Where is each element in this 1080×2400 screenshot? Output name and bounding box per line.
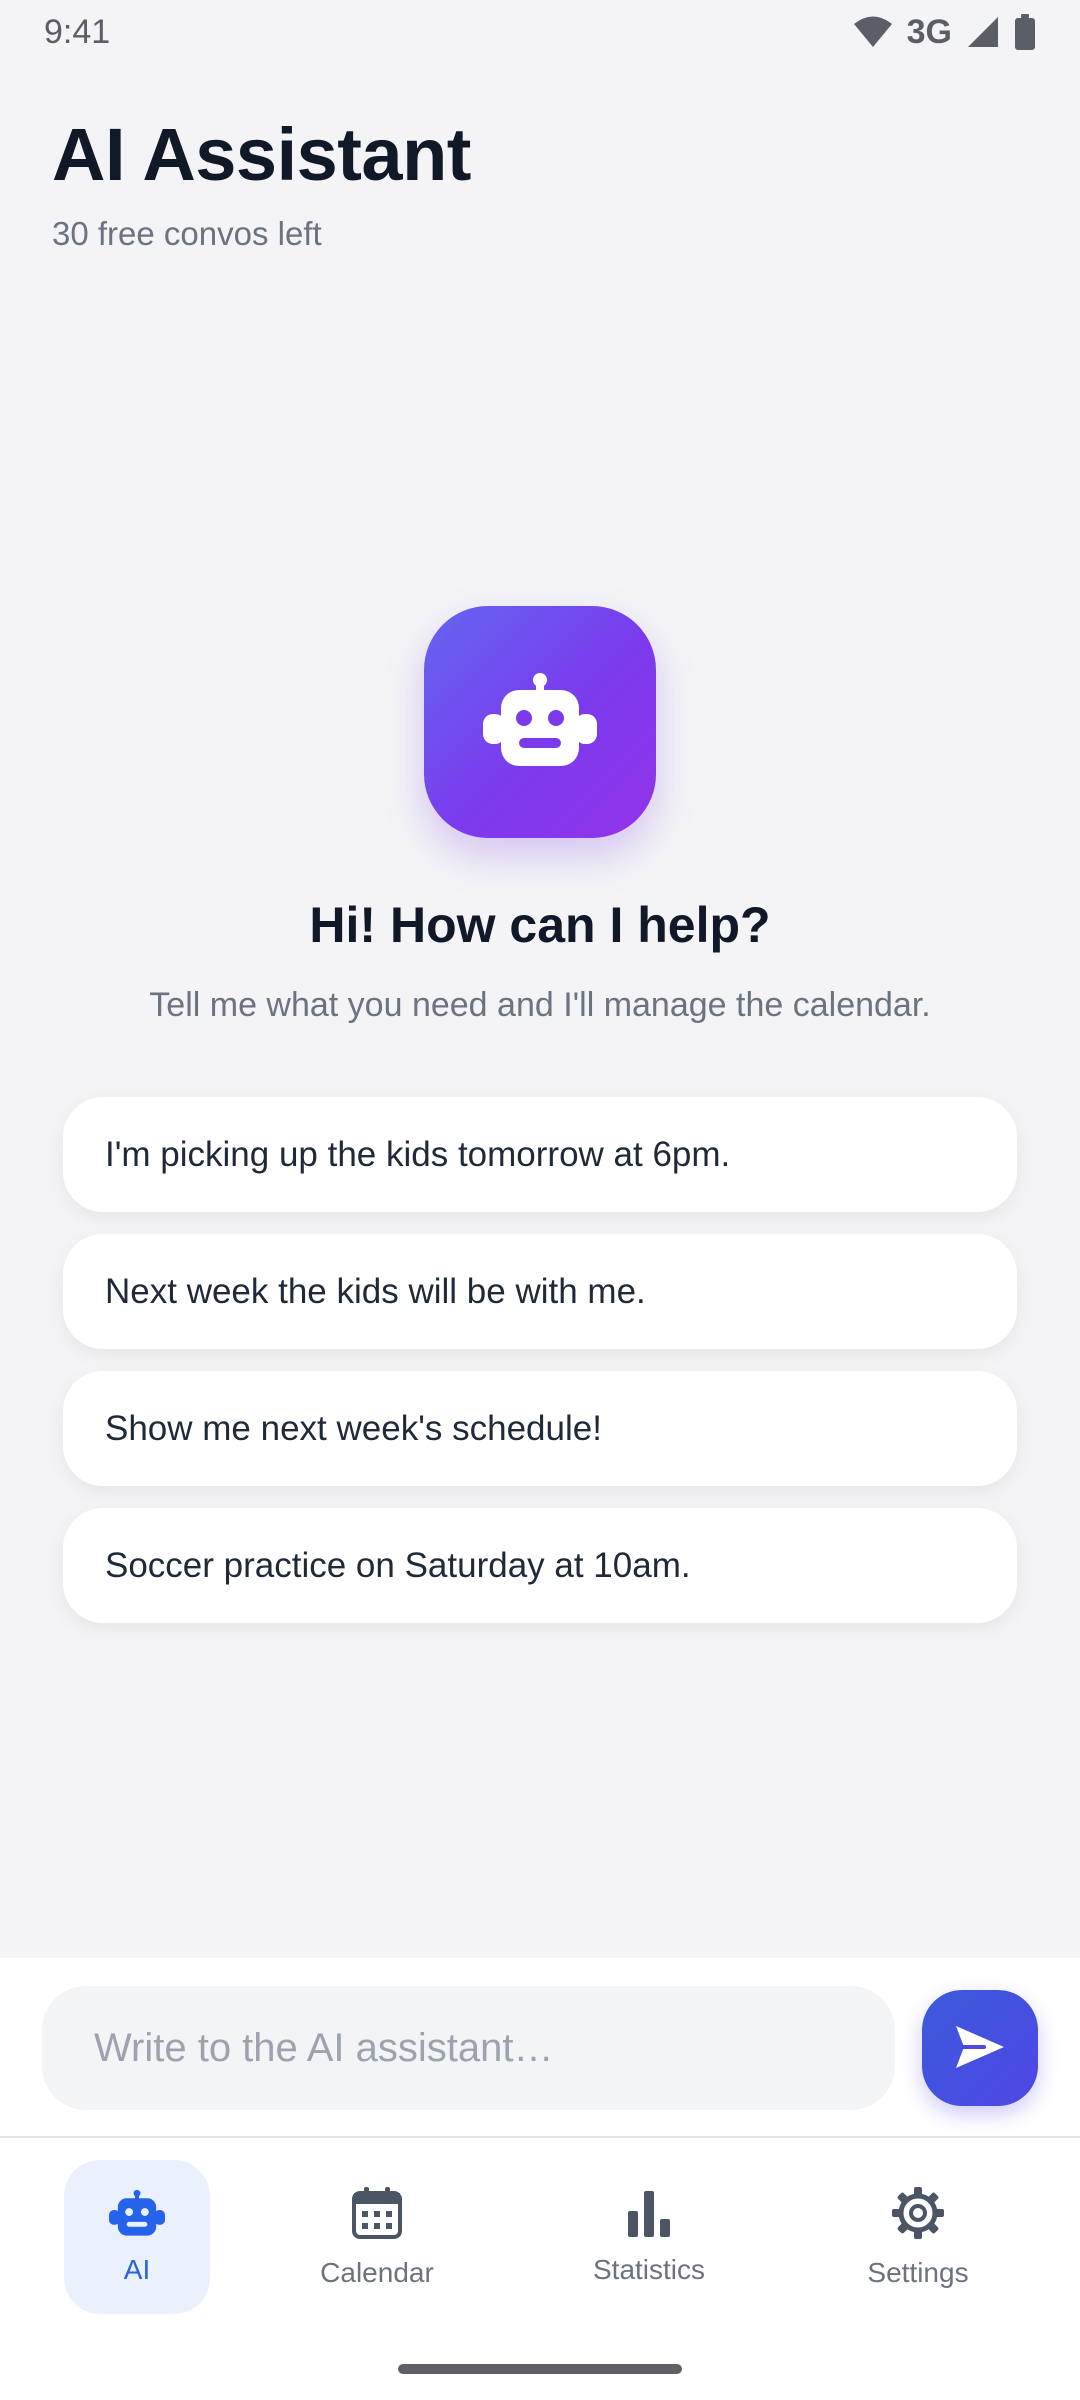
robot-icon (481, 672, 599, 773)
status-bar: 9:41 3G (0, 0, 1080, 64)
suggestion-chip[interactable]: Soccer practice on Saturday at 10am. (63, 1508, 1017, 1623)
bottom-navigation: AI Calendar Statistics Settings (0, 2138, 1080, 2400)
home-indicator[interactable] (398, 2364, 682, 2374)
message-composer (0, 1958, 1080, 2138)
free-convos-counter: 30 free convos left (52, 215, 322, 252)
nav-label: Statistics (592, 2253, 706, 2285)
nav-label: Calendar (320, 2256, 434, 2288)
wifi-icon (853, 15, 893, 49)
suggestion-chip[interactable]: I'm picking up the kids tomorrow at 6pm. (63, 1097, 1017, 1212)
assistant-avatar (424, 606, 656, 838)
suggestion-list: I'm picking up the kids tomorrow at 6pm.… (63, 1097, 1017, 1623)
message-input[interactable] (42, 1986, 895, 2110)
nav-label: Settings (867, 2256, 969, 2288)
nav-item-calendar[interactable]: Calendar (304, 2160, 450, 2314)
ai-assistant-screen: 9:41 3G AI Assistant 30 free convos left… (0, 0, 1080, 2400)
bar-chart-icon (624, 2189, 674, 2242)
greeting-subtitle: Tell me what you need and I'll manage th… (149, 986, 931, 1024)
status-time: 9:41 (44, 12, 111, 51)
battery-icon (1014, 14, 1036, 50)
nav-item-ai[interactable]: AI (64, 2160, 210, 2314)
gear-icon (891, 2186, 945, 2245)
calendar-icon (351, 2186, 403, 2245)
suggestion-chip[interactable]: Show me next week's schedule! (63, 1371, 1017, 1486)
nav-item-statistics[interactable]: Statistics (576, 2160, 722, 2314)
nav-label: AI (123, 2253, 151, 2285)
status-icons: 3G (853, 13, 1036, 52)
signal-icon (966, 15, 1000, 49)
send-icon (954, 2024, 1006, 2073)
robot-icon (108, 2189, 166, 2242)
suggestion-chip[interactable]: Next week the kids will be with me. (63, 1234, 1017, 1349)
nav-item-settings[interactable]: Settings (845, 2160, 991, 2314)
greeting-title: Hi! How can I help? (309, 897, 771, 953)
send-button[interactable] (922, 1990, 1038, 2106)
network-type: 3G (906, 12, 952, 51)
page-title: AI Assistant (52, 113, 471, 196)
page-header: AI Assistant 30 free convos left (52, 112, 471, 253)
